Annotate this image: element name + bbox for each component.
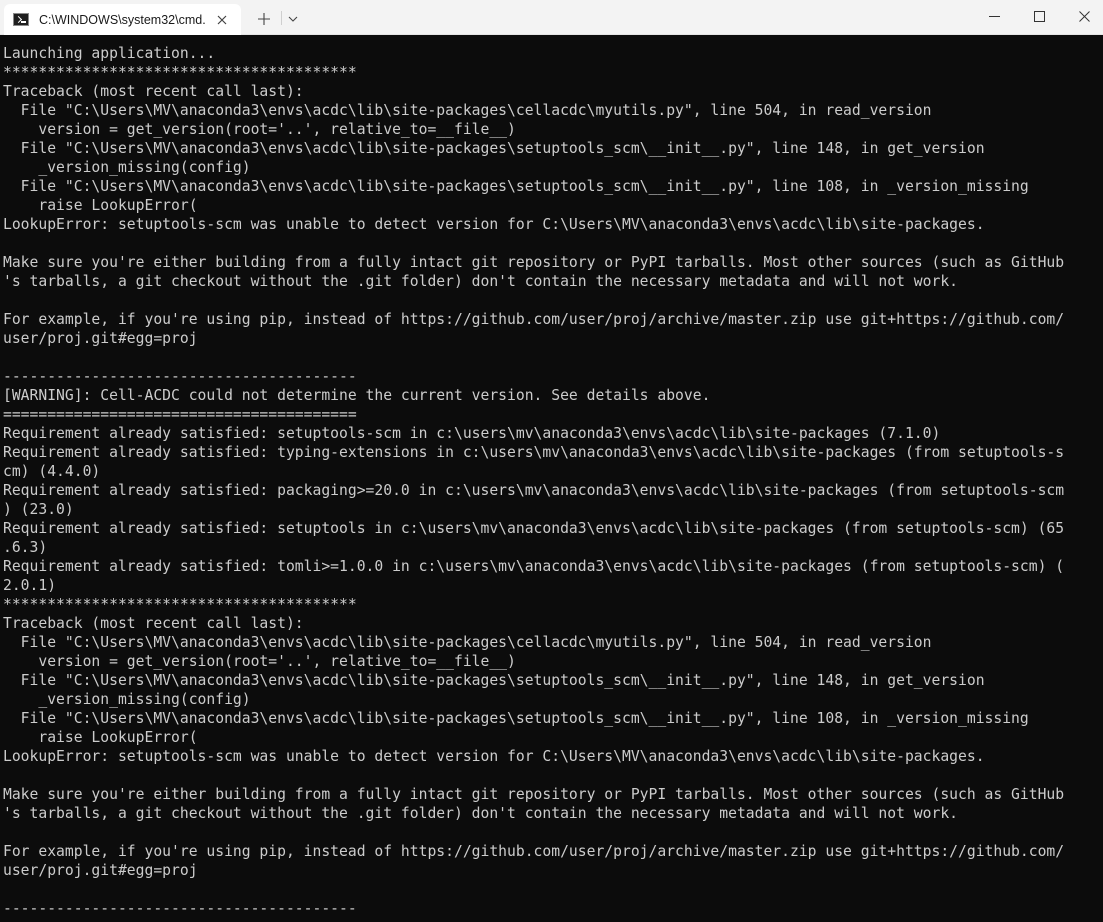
chevron-down-icon — [288, 16, 298, 22]
console-line: _version_missing(config) — [3, 159, 251, 176]
console-line: ---------------------------------------- — [3, 368, 357, 385]
close-tab-button[interactable] — [213, 11, 231, 29]
console-icon — [13, 13, 29, 26]
console-line: Requirement already satisfied: setuptool… — [3, 520, 1065, 537]
close-icon — [217, 15, 227, 24]
console-line: user/proj.git#egg=proj — [3, 862, 198, 879]
tab-cmd[interactable]: C:\WINDOWS\system32\cmd. — [4, 4, 241, 35]
console-line: ---------------------------------------- — [3, 900, 357, 917]
new-tab-button[interactable] — [252, 8, 276, 30]
console-line: Requirement already satisfied: setuptool… — [3, 425, 941, 442]
console-line: Requirement already satisfied: tomli>=1.… — [3, 558, 1065, 575]
profile-dropdown-button[interactable] — [283, 8, 303, 30]
maximize-button[interactable] — [1016, 0, 1062, 32]
console-line: File "C:\Users\MV\anaconda3\envs\acdc\li… — [3, 178, 1029, 195]
console-line: .6.3) — [3, 539, 48, 556]
console-line: raise LookupError( — [3, 729, 198, 746]
console-line: version = get_version(root='..', relativ… — [3, 121, 516, 138]
console-line: **************************************** — [3, 64, 357, 81]
console-line: 's tarballs, a git checkout without the … — [3, 805, 959, 822]
console-line: ) (23.0) — [3, 501, 74, 518]
console-line: File "C:\Users\MV\anaconda3\envs\acdc\li… — [3, 140, 985, 157]
console-line: Requirement already satisfied: typing-ex… — [3, 444, 1065, 461]
console-line: File "C:\Users\MV\anaconda3\envs\acdc\li… — [3, 102, 932, 119]
tab-title: C:\WINDOWS\system32\cmd. — [39, 12, 205, 27]
console-line: Make sure you're either building from a … — [3, 786, 1065, 803]
title-bar: C:\WINDOWS\system32\cmd. — [0, 0, 1103, 35]
console-line: File "C:\Users\MV\anaconda3\envs\acdc\li… — [3, 710, 1029, 727]
console-line: 2.0.1) — [3, 577, 57, 594]
console-line: _version_missing(config) — [3, 691, 251, 708]
console-line: File "C:\Users\MV\anaconda3\envs\acdc\li… — [3, 634, 932, 651]
console-line: File "C:\Users\MV\anaconda3\envs\acdc\li… — [3, 672, 985, 689]
console-line: 's tarballs, a git checkout without the … — [3, 273, 959, 290]
console-line: LookupError: setuptools-scm was unable t… — [3, 748, 985, 765]
console-line: LookupError: setuptools-scm was unable t… — [3, 216, 985, 233]
console-line: **************************************** — [3, 596, 357, 613]
console-line: user/proj.git#egg=proj — [3, 330, 198, 347]
console-line: cm) (4.4.0) — [3, 463, 101, 480]
console-line: Traceback (most recent call last): — [3, 615, 304, 632]
console-line: Traceback (most recent call last): — [3, 83, 304, 100]
minimize-button[interactable] — [971, 0, 1017, 32]
console-line: For example, if you're using pip, instea… — [3, 311, 1065, 328]
plus-icon — [258, 13, 270, 25]
console-line: For example, if you're using pip, instea… — [3, 843, 1065, 860]
close-window-button[interactable] — [1061, 0, 1103, 32]
tab-divider — [281, 11, 282, 25]
console-line: version = get_version(root='..', relativ… — [3, 653, 516, 670]
console-line: Make sure you're either building from a … — [3, 254, 1065, 271]
minimize-icon — [988, 15, 1000, 17]
maximize-icon — [1033, 10, 1045, 22]
close-icon — [1078, 10, 1090, 22]
console-line: Launching application... — [3, 45, 216, 62]
console-line: Requirement already satisfied: packaging… — [3, 482, 1065, 499]
console-line: ======================================== — [3, 406, 357, 423]
terminal-output[interactable]: Launching application... ****************… — [0, 35, 1103, 922]
console-line: raise LookupError( — [3, 197, 198, 214]
console-line: [WARNING]: Cell-ACDC could not determine… — [3, 387, 711, 404]
